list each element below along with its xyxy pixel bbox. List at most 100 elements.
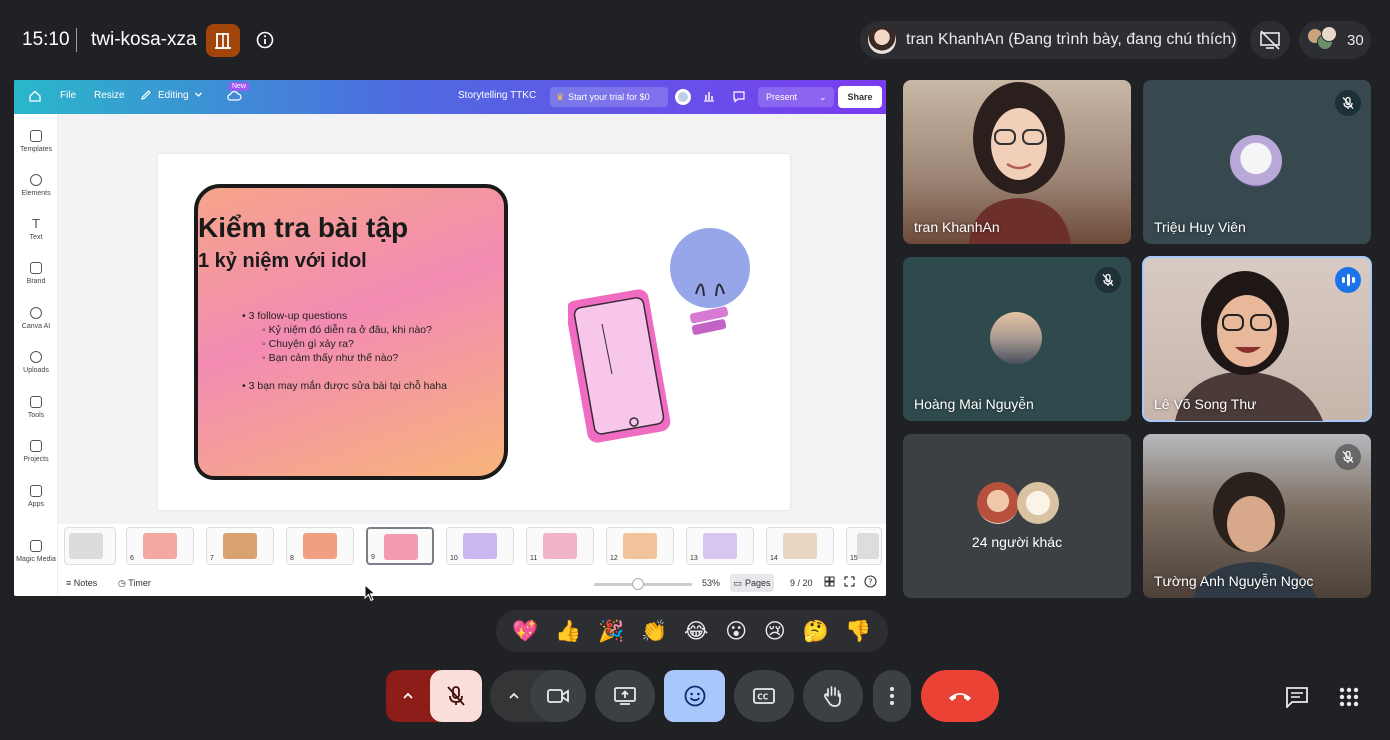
new-badge: New	[228, 82, 251, 91]
sidebar-item-canva-ai[interactable]: Canva AI	[14, 307, 58, 330]
comment-icon[interactable]	[732, 89, 746, 106]
fullscreen-icon[interactable]	[844, 576, 855, 589]
raise-hand-button[interactable]	[803, 670, 863, 722]
camera-icon	[547, 689, 569, 703]
present-button[interactable]: Present ⌄	[758, 87, 834, 107]
participant-tile[interactable]: Triệu Huy Viên	[1143, 80, 1371, 244]
reactions-button[interactable]	[664, 670, 725, 722]
reaction-surprised[interactable]: 😮	[725, 620, 747, 642]
file-menu[interactable]: File	[60, 90, 76, 101]
slide-thumbnail[interactable]: 10	[446, 527, 514, 565]
sidebar-item-templates[interactable]: Templates	[14, 130, 58, 153]
timer-icon: ◷	[118, 578, 129, 588]
participant-tile-active-speaker[interactable]: Lê Võ Song Thư	[1142, 256, 1372, 422]
reaction-clap[interactable]: 👏	[641, 620, 667, 642]
thumbnail-preview	[303, 533, 337, 559]
home-icon[interactable]	[28, 89, 42, 106]
meeting-info-button[interactable]	[254, 29, 276, 51]
zoom-level[interactable]: 53%	[702, 578, 720, 588]
microphone-control	[386, 670, 482, 722]
grid-view-icon[interactable]	[824, 576, 835, 589]
reaction-sad[interactable]: 😢	[764, 620, 786, 642]
present-screen-button[interactable]	[595, 670, 655, 722]
participant-tile[interactable]: Hoàng Mai Nguyễn	[903, 257, 1131, 421]
slide-thumbnail[interactable]: 13	[686, 527, 754, 565]
other-participants-tile[interactable]: 24 người khác	[903, 434, 1131, 598]
timer-button[interactable]: ◷ Timer	[118, 578, 151, 589]
muted-badge	[1335, 444, 1361, 470]
info-icon	[256, 31, 274, 49]
meeting-time: 15:10	[22, 29, 70, 50]
slide-thumbnail[interactable]	[64, 527, 116, 565]
reaction-thumbs-down[interactable]: 👎	[845, 620, 871, 642]
participant-tile[interactable]: tran KhanhAn	[903, 80, 1131, 244]
slide-thumbnail[interactable]: 12	[606, 527, 674, 565]
audio-options-button[interactable]	[386, 670, 430, 722]
text-icon: T	[32, 216, 40, 231]
meeting-code: twi-kosa-xza	[91, 29, 197, 50]
apps-icon	[30, 485, 42, 497]
participant-tile[interactable]: Tường Anh Nguyễn Ngọc	[1143, 434, 1371, 598]
chevron-down-icon[interactable]: ⌄	[819, 92, 827, 103]
slide-subbullet: ◦ Bạn cảm thấy như thế nào?	[262, 352, 399, 364]
sidebar-item-elements[interactable]: Elements	[14, 174, 58, 197]
chevron-up-icon	[403, 692, 413, 699]
muted-badge	[1335, 90, 1361, 116]
slide-thumbnail[interactable]: 7	[206, 527, 274, 565]
start-trial-button[interactable]: ♛ Start your trial for $0	[550, 87, 668, 107]
sidebar-label: Apps	[28, 501, 44, 508]
user-avatar-icon[interactable]	[674, 88, 692, 109]
reaction-thinking[interactable]: 🤔	[802, 620, 828, 642]
sidebar-item-apps[interactable]: Apps	[14, 485, 58, 508]
slide[interactable]: Kiểm tra bài tập 1 kỷ niệm với idol • 3 …	[158, 154, 790, 510]
slide-thumbnail-active[interactable]: 9	[366, 527, 434, 565]
slide-thumbnail[interactable]: 15	[846, 527, 882, 565]
notes-button[interactable]: ≡ Notes	[66, 578, 97, 588]
insights-chart-icon[interactable]	[702, 89, 716, 106]
sidebar-item-text[interactable]: T Text	[14, 216, 58, 241]
slide-bullet: • 3 follow-up questions	[242, 310, 348, 322]
reaction-laugh[interactable]: 😂	[684, 620, 709, 642]
cloud-sync-icon[interactable]	[226, 89, 242, 106]
slide-thumbnail[interactable]: 8	[286, 527, 354, 565]
slide-thumbnail[interactable]: 14	[766, 527, 834, 565]
chevron-down-icon	[194, 90, 203, 102]
share-button[interactable]: Share	[838, 86, 882, 108]
editing-menu[interactable]: Editing	[158, 90, 189, 101]
help-icon[interactable]: ?	[864, 575, 877, 590]
thumbnail-number: 15	[850, 555, 858, 562]
meeting-room-button[interactable]	[206, 24, 240, 57]
end-call-button[interactable]	[921, 670, 999, 722]
reaction-thumbs-up[interactable]: 👍	[555, 620, 581, 642]
pages-button[interactable]: ▭ Pages	[730, 574, 774, 592]
more-options-button[interactable]	[873, 670, 911, 722]
participant-name: Tường Anh Nguyễn Ngọc	[1154, 573, 1314, 589]
participants-button[interactable]: 30	[1299, 21, 1371, 59]
activities-button[interactable]	[1336, 684, 1362, 710]
presenter-status-pill[interactable]: tran KhanhAn (Đang trình bày, đang chú t…	[860, 21, 1238, 59]
chat-button[interactable]	[1284, 684, 1310, 710]
sidebar-item-projects[interactable]: Projects	[14, 440, 58, 463]
participant-name: Hoàng Mai Nguyễn	[914, 396, 1034, 412]
document-title[interactable]: Storytelling TTKC	[458, 90, 536, 101]
svg-text:?: ?	[868, 578, 872, 587]
sidebar-item-brand[interactable]: Brand	[14, 262, 58, 285]
sidebar-item-uploads[interactable]: Uploads	[14, 351, 58, 374]
microphone-toggle-button[interactable]	[430, 670, 482, 722]
sidebar-label: Projects	[23, 456, 49, 463]
door-icon	[215, 32, 231, 49]
captions-button[interactable]: CC	[734, 670, 794, 722]
resize-menu[interactable]: Resize	[94, 90, 125, 101]
reaction-party[interactable]: 🎉	[598, 620, 624, 642]
notes-icon: ≡	[66, 578, 74, 588]
zoom-slider-handle[interactable]	[632, 578, 644, 590]
thumbnail-preview	[543, 533, 577, 559]
slide-thumbnail[interactable]: 11	[526, 527, 594, 565]
stop-presenting-button[interactable]	[1250, 21, 1290, 59]
sidebar-item-tools[interactable]: Tools	[14, 396, 58, 419]
slide-thumbnail[interactable]: 6	[126, 527, 194, 565]
camera-toggle-button[interactable]	[530, 670, 586, 722]
sidebar-item-magic-media[interactable]: Magic Media	[14, 540, 58, 563]
reaction-heart[interactable]: 💖	[512, 620, 538, 642]
closed-captions-icon: CC	[753, 688, 775, 704]
